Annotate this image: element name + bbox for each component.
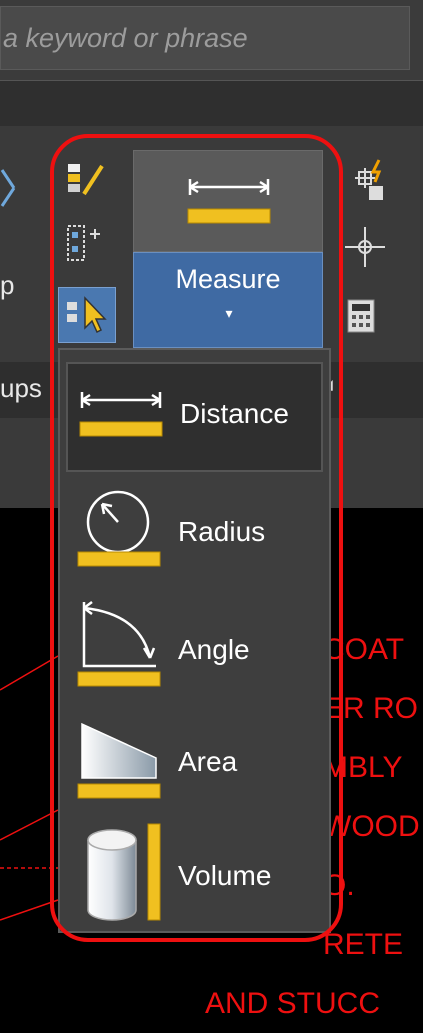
ribbon-partial-label: p: [0, 270, 15, 300]
menu-item-distance[interactable]: Distance: [66, 362, 323, 472]
select-cursor-icon: [67, 296, 107, 334]
menu-item-label: Area: [178, 746, 238, 777]
area-icon: [77, 722, 161, 799]
menu-item-radius[interactable]: Radius: [66, 476, 323, 586]
measure-caret-icon: ▾: [225, 305, 233, 321]
menu-item-angle[interactable]: Angle: [66, 590, 323, 700]
point-id-icon[interactable]: [343, 225, 387, 269]
menu-item-label: Volume: [178, 860, 272, 891]
menu-item-label: Radius: [178, 516, 266, 547]
volume-icon: [87, 823, 161, 921]
menu-item-label: Angle: [178, 634, 250, 665]
field-lightning-icon[interactable]: [345, 158, 389, 206]
menu-item-area[interactable]: Area: [66, 704, 323, 814]
quick-select-icon[interactable]: [64, 222, 108, 268]
edit-properties-icon[interactable]: [64, 160, 108, 202]
angle-icon: [77, 601, 161, 687]
ribbon-tab-strip: [0, 80, 423, 128]
drawing-leader-lines: [0, 655, 59, 921]
calculator-icon[interactable]: [345, 297, 379, 337]
menu-item-label: Distance: [180, 398, 289, 429]
drawing-line: AND STUCC: [205, 987, 381, 1020]
measure-label: Measure: [175, 264, 281, 294]
ruler-distance-icon: [187, 179, 271, 224]
distance-icon: [79, 392, 163, 437]
measure-button-icon-area[interactable]: [133, 150, 323, 252]
menu-item-volume[interactable]: Volume: [66, 816, 323, 926]
select-objects-button[interactable]: [58, 287, 116, 343]
partial-tool-icon[interactable]: [0, 160, 20, 220]
radius-icon: [77, 490, 161, 567]
panel-partial-title: ups: [0, 373, 42, 403]
measure-dropdown-menu: Distance Radius Angle Area Volume: [58, 348, 331, 933]
search-bar: a keyword or phrase: [0, 0, 423, 80]
search-input[interactable]: a keyword or phrase: [0, 6, 410, 70]
